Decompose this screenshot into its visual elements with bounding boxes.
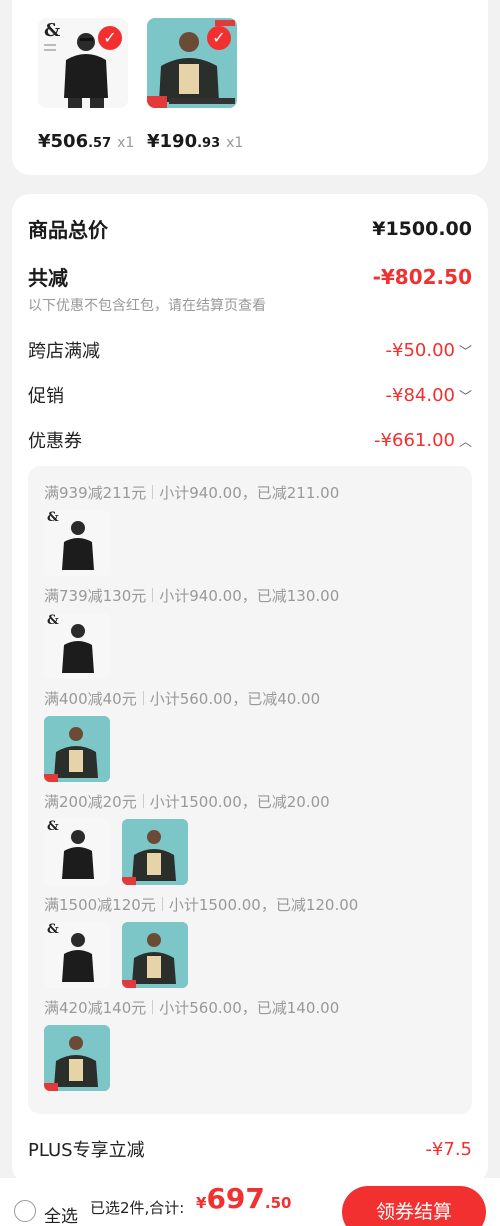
cross-store-label: 跨店满减 [28,341,100,362]
promotion-label: 促销 [28,386,64,407]
coupon-rule-line: 满200减20元 小计1500.00，已减20.00 [44,793,330,811]
product-price-2: ¥190.93 x1 [147,131,244,152]
coupon-rule-line: 满739减130元 小计940.00，已减130.00 [44,587,340,605]
total-price-value: ¥1500.00 [372,217,472,240]
coupon-rule-line: 满420减140元 小计560.00，已减140.00 [44,999,340,1017]
check-icon: ✓ [98,26,122,50]
promotion-row[interactable]: 促销 -¥84.00 ﹀ [28,382,472,408]
price-breakdown-card: 商品总价 ¥1500.00 共减 -¥802.50 以下优惠不包含红包，请在结算… [12,194,488,1184]
coupon-rule-line: 满1500减120元 小计1500.00，已减120.00 [44,896,359,914]
coupon-product-thumb-a: & [44,510,110,576]
coupon-product-thumb-a: & [44,922,110,988]
coupon-label: 优惠券 [28,431,82,452]
product-image-jacket-a[interactable]: & ✓ [38,18,128,108]
promotion-value: -¥84.00 [385,384,455,406]
select-all-label[interactable]: 全选 [44,1202,78,1226]
selected-products-card: & ✓ ✓ ¥506.57 x1 ¥190.93 x1 [12,0,488,175]
chevron-down-icon: ﹀ [458,389,472,405]
grand-total: ¥697.50 [196,1182,292,1215]
coupon-product-thumb-b [44,1025,110,1091]
coupon-details-panel: 满939减211元 小计940.00，已减211.00 & 满739减130元 小计… [28,466,472,1114]
cross-store-row[interactable]: 跨店满减 -¥50.00 ﹀ [28,337,472,363]
chevron-up-icon: ︿ [458,434,472,450]
coupon-row[interactable]: 优惠券 -¥661.00 ︿ [28,427,472,453]
product-image-jacket-b[interactable]: ✓ [147,18,237,108]
check-icon: ✓ [207,26,231,50]
coupon-rule-line: 满939减211元 小计940.00，已减211.00 [44,484,340,502]
plus-discount-row: PLUS专享立减 -¥7.5 [28,1136,472,1162]
coupon-product-thumb-b [122,922,188,988]
plus-discount-value: -¥7.5 [425,1138,472,1160]
checkout-bar: 全选 已选2件,合计: ¥697.50 领券结算 [0,1178,500,1226]
chevron-down-icon: ﹀ [458,344,472,360]
coupon-product-thumb-a: & [44,613,110,679]
coupon-product-thumb-b [122,819,188,885]
coupon-value: -¥661.00 [374,429,455,451]
cross-store-value: -¥50.00 [385,339,455,361]
coupon-rule-line: 满400减40元 小计560.00，已减40.00 [44,690,321,708]
total-discount-label: 共减 [28,266,68,290]
plus-discount-label: PLUS专享立减 [28,1140,145,1161]
selected-info: 已选2件,合计: [90,1199,185,1217]
total-discount-row: 共减 -¥802.50 [28,262,472,291]
select-all-radio[interactable] [14,1200,36,1222]
product-price-1: ¥506.57 x1 [38,131,135,152]
total-price-row: 商品总价 ¥1500.00 [28,214,472,243]
coupon-product-thumb-a: & [44,819,110,885]
discount-note: 以下优惠不包含红包，请在结算页查看 [28,298,266,314]
total-discount-value: -¥802.50 [372,264,472,289]
coupon-product-thumb-b [44,716,110,782]
total-price-label: 商品总价 [28,218,108,242]
checkout-button[interactable]: 领券结算 [342,1186,486,1226]
